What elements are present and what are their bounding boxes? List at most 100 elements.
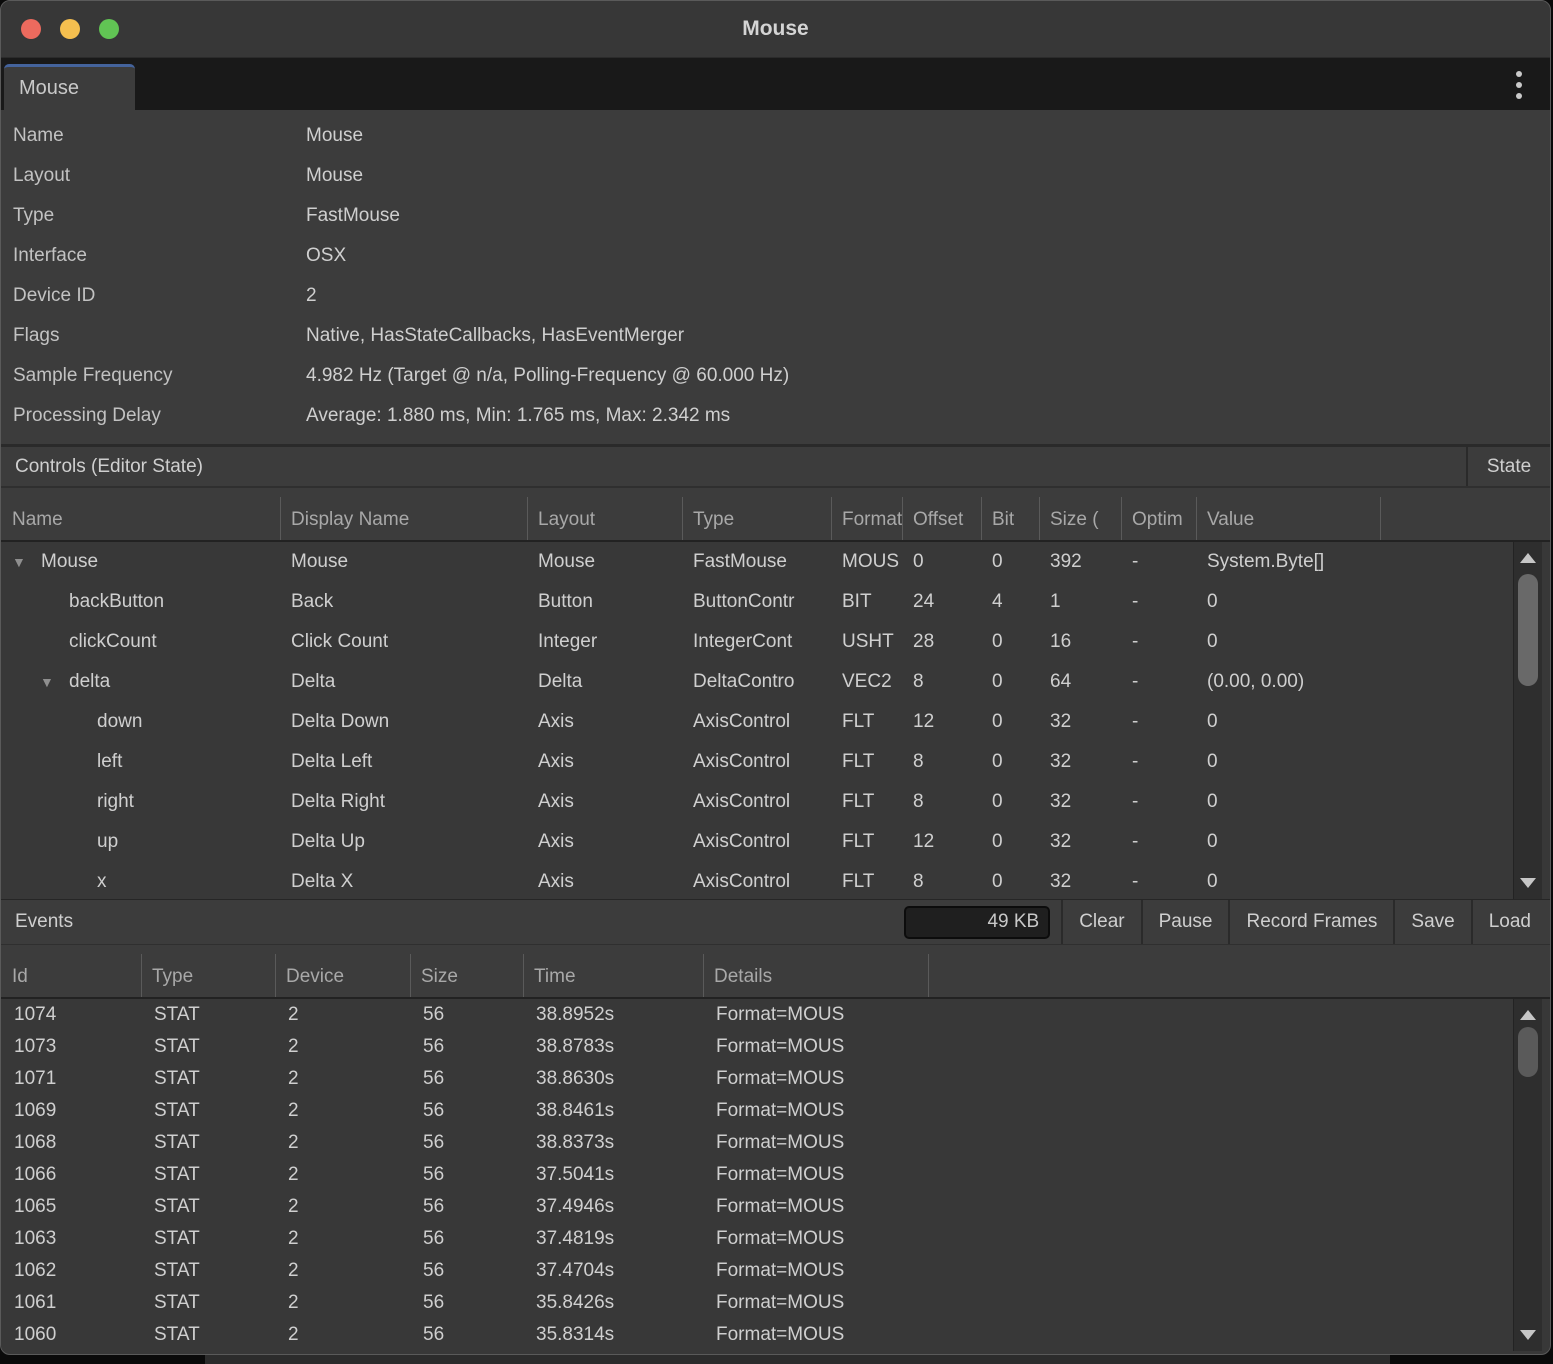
control-optimized: - xyxy=(1121,871,1196,893)
event-time: 38.8630s xyxy=(523,1068,703,1090)
control-type: AxisControl xyxy=(682,751,831,773)
event-buffer-size-field[interactable]: 49 KB xyxy=(904,906,1050,939)
column-header-device[interactable]: Device xyxy=(275,945,410,997)
events-scrollbar-thumb[interactable] xyxy=(1518,1027,1538,1077)
column-header-type[interactable]: Type xyxy=(141,945,275,997)
scroll-up-icon[interactable] xyxy=(1520,1010,1536,1020)
event-size: 56 xyxy=(410,1324,523,1346)
control-row-down[interactable]: ▼downDelta DownAxisAxisControlFLT12032-0 xyxy=(1,702,1550,742)
scroll-down-icon[interactable] xyxy=(1520,878,1536,888)
event-row-1065[interactable]: 1065STAT25637.4946sFormat=MOUS xyxy=(1,1191,1550,1223)
column-header-display-name[interactable]: Display Name xyxy=(280,488,527,540)
zoom-window-button[interactable] xyxy=(99,19,119,39)
control-row-x[interactable]: ▼xDelta XAxisAxisControlFLT8032-0 xyxy=(1,862,1550,899)
control-type: DeltaContro xyxy=(682,671,831,693)
event-size: 56 xyxy=(410,1100,523,1122)
column-header-format[interactable]: Format xyxy=(831,488,902,540)
clear-button[interactable]: Clear xyxy=(1061,900,1140,944)
control-format: USHT xyxy=(831,631,902,653)
control-row-backButton[interactable]: ▼backButtonBackButtonButtonContrBIT2441-… xyxy=(1,582,1550,622)
control-row-delta[interactable]: ▼deltaDeltaDeltaDeltaControVEC28064-(0.0… xyxy=(1,662,1550,702)
control-display-name: Delta X xyxy=(280,871,527,893)
device-info-label: Name xyxy=(1,125,306,147)
event-row-1061[interactable]: 1061STAT25635.8426sFormat=MOUS xyxy=(1,1287,1550,1319)
column-header-time[interactable]: Time xyxy=(523,945,703,997)
column-header-details[interactable]: Details xyxy=(703,945,928,997)
minimize-window-button[interactable] xyxy=(60,19,80,39)
event-device: 2 xyxy=(275,1036,410,1058)
foldout-open-icon[interactable]: ▼ xyxy=(38,674,69,690)
control-row-right[interactable]: ▼rightDelta RightAxisAxisControlFLT8032-… xyxy=(1,782,1550,822)
event-type: STAT xyxy=(141,1132,275,1154)
control-row-up[interactable]: ▼upDelta UpAxisAxisControlFLT12032-0 xyxy=(1,822,1550,862)
control-bit: 0 xyxy=(981,711,1039,733)
save-button[interactable]: Save xyxy=(1393,900,1470,944)
control-size: 32 xyxy=(1039,791,1121,813)
control-row-Mouse[interactable]: ▼MouseMouseMouseFastMouseMOUS00392-Syste… xyxy=(1,542,1550,582)
event-row-1071[interactable]: 1071STAT25638.8630sFormat=MOUS xyxy=(1,1063,1550,1095)
event-row-1066[interactable]: 1066STAT25637.5041sFormat=MOUS xyxy=(1,1159,1550,1191)
control-name: down xyxy=(97,711,142,733)
event-row-1074[interactable]: 1074STAT25638.8952sFormat=MOUS xyxy=(1,999,1550,1031)
event-row-1069[interactable]: 1069STAT25638.8461sFormat=MOUS xyxy=(1,1095,1550,1127)
control-optimized: - xyxy=(1121,631,1196,653)
column-header-bit[interactable]: Bit xyxy=(981,488,1039,540)
load-button[interactable]: Load xyxy=(1471,900,1547,944)
pause-button[interactable]: Pause xyxy=(1141,900,1229,944)
controls-scrollbar[interactable] xyxy=(1513,542,1542,899)
column-header-value[interactable]: Value xyxy=(1196,488,1380,540)
control-name-cell: ▼left xyxy=(1,751,280,773)
control-bit: 4 xyxy=(981,591,1039,613)
event-time: 37.4819s xyxy=(523,1228,703,1250)
control-format: FLT xyxy=(831,791,902,813)
control-format: BIT xyxy=(831,591,902,613)
column-header-type[interactable]: Type xyxy=(682,488,831,540)
column-header-id[interactable]: Id xyxy=(1,945,141,997)
control-format: FLT xyxy=(831,831,902,853)
state-button[interactable]: State xyxy=(1466,447,1550,486)
record-frames-button[interactable]: Record Frames xyxy=(1228,900,1393,944)
event-id: 1065 xyxy=(1,1196,141,1218)
close-window-button[interactable] xyxy=(21,19,41,39)
control-optimized: - xyxy=(1121,711,1196,733)
event-details: Format=MOUS xyxy=(703,1228,928,1250)
control-name-cell: ▼down xyxy=(1,711,280,733)
device-info-row: Device ID2 xyxy=(1,276,1550,316)
event-time: 37.4946s xyxy=(523,1196,703,1218)
event-row-1063[interactable]: 1063STAT25637.4819sFormat=MOUS xyxy=(1,1223,1550,1255)
event-row-1068[interactable]: 1068STAT25638.8373sFormat=MOUS xyxy=(1,1127,1550,1159)
control-format: FLT xyxy=(831,751,902,773)
event-details: Format=MOUS xyxy=(703,1004,928,1026)
device-info-label: Device ID xyxy=(1,285,306,307)
event-device: 2 xyxy=(275,1132,410,1154)
foldout-open-icon[interactable]: ▼ xyxy=(10,554,41,570)
event-row-1073[interactable]: 1073STAT25638.8783sFormat=MOUS xyxy=(1,1031,1550,1063)
control-format: FLT xyxy=(831,871,902,893)
control-name-cell: ▼up xyxy=(1,831,280,853)
scroll-up-icon[interactable] xyxy=(1520,553,1536,563)
control-row-clickCount[interactable]: ▼clickCountClick CountIntegerIntegerCont… xyxy=(1,622,1550,662)
events-scrollbar[interactable] xyxy=(1513,999,1542,1351)
column-header-size[interactable]: Size ( xyxy=(1039,488,1121,540)
column-header-offset[interactable]: Offset xyxy=(902,488,981,540)
column-header-size[interactable]: Size xyxy=(410,945,523,997)
device-info-value: FastMouse xyxy=(306,205,400,227)
event-row-1060[interactable]: 1060STAT25635.8314sFormat=MOUS xyxy=(1,1319,1550,1351)
column-header-name[interactable]: Name xyxy=(1,488,280,540)
event-type: STAT xyxy=(141,1228,275,1250)
scroll-down-icon[interactable] xyxy=(1520,1330,1536,1340)
title-bar[interactable]: Mouse xyxy=(1,1,1550,58)
controls-scrollbar-thumb[interactable] xyxy=(1518,574,1538,686)
tab-mouse[interactable]: Mouse xyxy=(4,64,135,110)
control-layout: Axis xyxy=(527,711,682,733)
control-row-left[interactable]: ▼leftDelta LeftAxisAxisControlFLT8032-0 xyxy=(1,742,1550,782)
background-window-edge xyxy=(205,1354,1390,1364)
kebab-menu-icon[interactable] xyxy=(1516,71,1522,99)
event-row-1062[interactable]: 1062STAT25637.4704sFormat=MOUS xyxy=(1,1255,1550,1287)
control-layout: Button xyxy=(527,591,682,613)
control-layout: Axis xyxy=(527,871,682,893)
event-type: STAT xyxy=(141,1196,275,1218)
control-display-name: Delta Left xyxy=(280,751,527,773)
column-header-optim[interactable]: Optim xyxy=(1121,488,1196,540)
column-header-layout[interactable]: Layout xyxy=(527,488,682,540)
